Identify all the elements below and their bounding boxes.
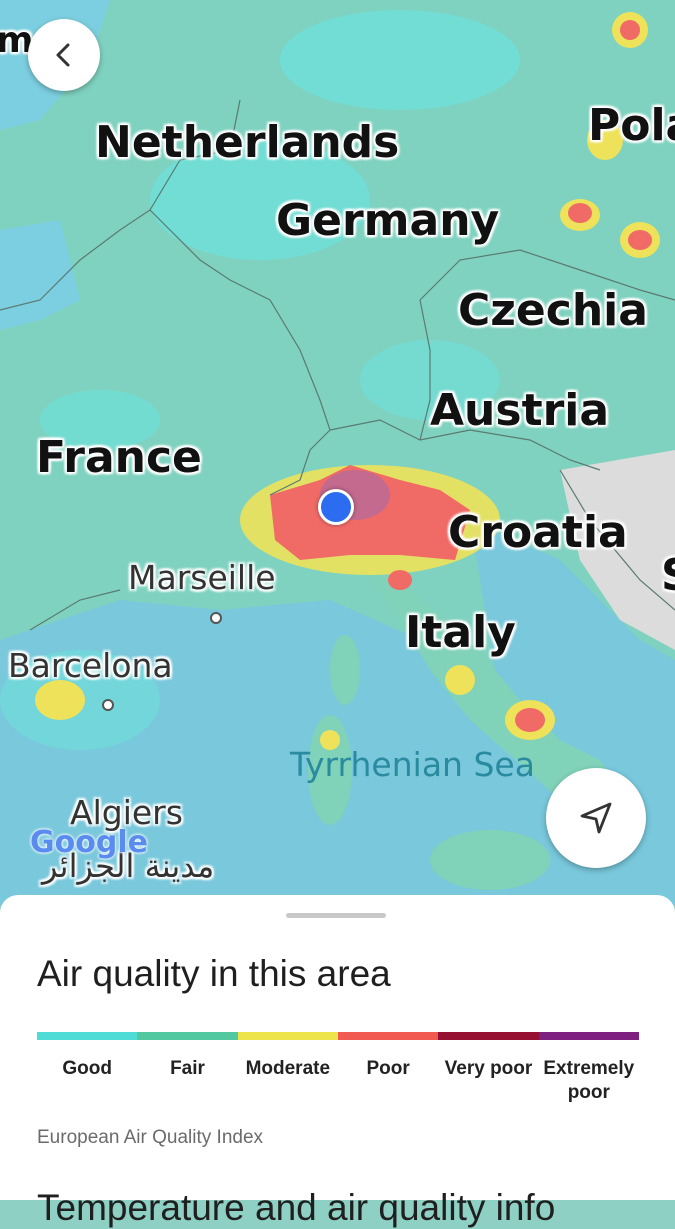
country-label-croatia: Croatia bbox=[448, 507, 628, 558]
country-label-austria: Austria bbox=[430, 385, 610, 436]
country-label-partial-right: S bbox=[661, 550, 675, 601]
legend-label-fair: Fair bbox=[170, 1058, 205, 1079]
city-marker-marseille bbox=[210, 612, 222, 624]
air-quality-sheet[interactable]: Air quality in this area Good Fair Moder… bbox=[0, 895, 675, 1228]
scale-segment-extremely-poor bbox=[538, 1032, 639, 1040]
scale-segment-poor bbox=[337, 1032, 439, 1040]
legend-label-poor: Poor bbox=[366, 1058, 410, 1079]
scale-segment-fair bbox=[137, 1032, 238, 1040]
country-label-france: France bbox=[36, 432, 202, 483]
recenter-button[interactable] bbox=[546, 768, 646, 868]
aqi-legend: Good Fair Moderate Poor Very poor Extrem… bbox=[37, 1057, 639, 1105]
legend-label-extremely-poor: Extremely poor bbox=[543, 1058, 635, 1103]
country-label-poland: Pola bbox=[588, 100, 675, 151]
navigation-arrow-icon bbox=[580, 802, 612, 834]
sheet-title: Air quality in this area bbox=[37, 953, 391, 994]
city-label-marseille: Marseille bbox=[128, 558, 276, 597]
google-watermark-text: Google bbox=[30, 825, 148, 860]
scale-segment-very-poor bbox=[438, 1032, 539, 1040]
legend-label-moderate: Moderate bbox=[245, 1058, 331, 1079]
back-button[interactable] bbox=[28, 19, 100, 91]
country-label-czechia: Czechia bbox=[458, 285, 648, 336]
country-label-germany: Germany bbox=[276, 195, 500, 246]
legend-label-good: Good bbox=[62, 1058, 112, 1079]
aqi-source-label: European Air Quality Index bbox=[37, 1127, 264, 1148]
country-label-netherlands: Netherlands bbox=[95, 117, 400, 168]
sea-label-tyrrhenian: Tyrrhenian Sea bbox=[290, 745, 535, 784]
city-label-barcelona: Barcelona bbox=[8, 646, 173, 685]
aqi-color-scale bbox=[37, 1032, 639, 1040]
country-label-italy: Italy bbox=[405, 607, 516, 658]
chevron-left-icon bbox=[56, 43, 70, 67]
scale-segment-good bbox=[37, 1032, 138, 1040]
sheet-drag-handle[interactable] bbox=[286, 913, 386, 918]
scale-segment-moderate bbox=[237, 1032, 338, 1040]
current-location-marker bbox=[318, 489, 354, 525]
city-marker-barcelona bbox=[102, 699, 114, 711]
air-quality-map[interactable]: m Netherlands Germany Pola Czechia Austr… bbox=[0, 0, 675, 905]
google-watermark: Google bbox=[30, 825, 148, 860]
next-section-heading: Temperature and air quality info bbox=[37, 1187, 556, 1228]
legend-label-very-poor: Very poor bbox=[444, 1058, 533, 1079]
